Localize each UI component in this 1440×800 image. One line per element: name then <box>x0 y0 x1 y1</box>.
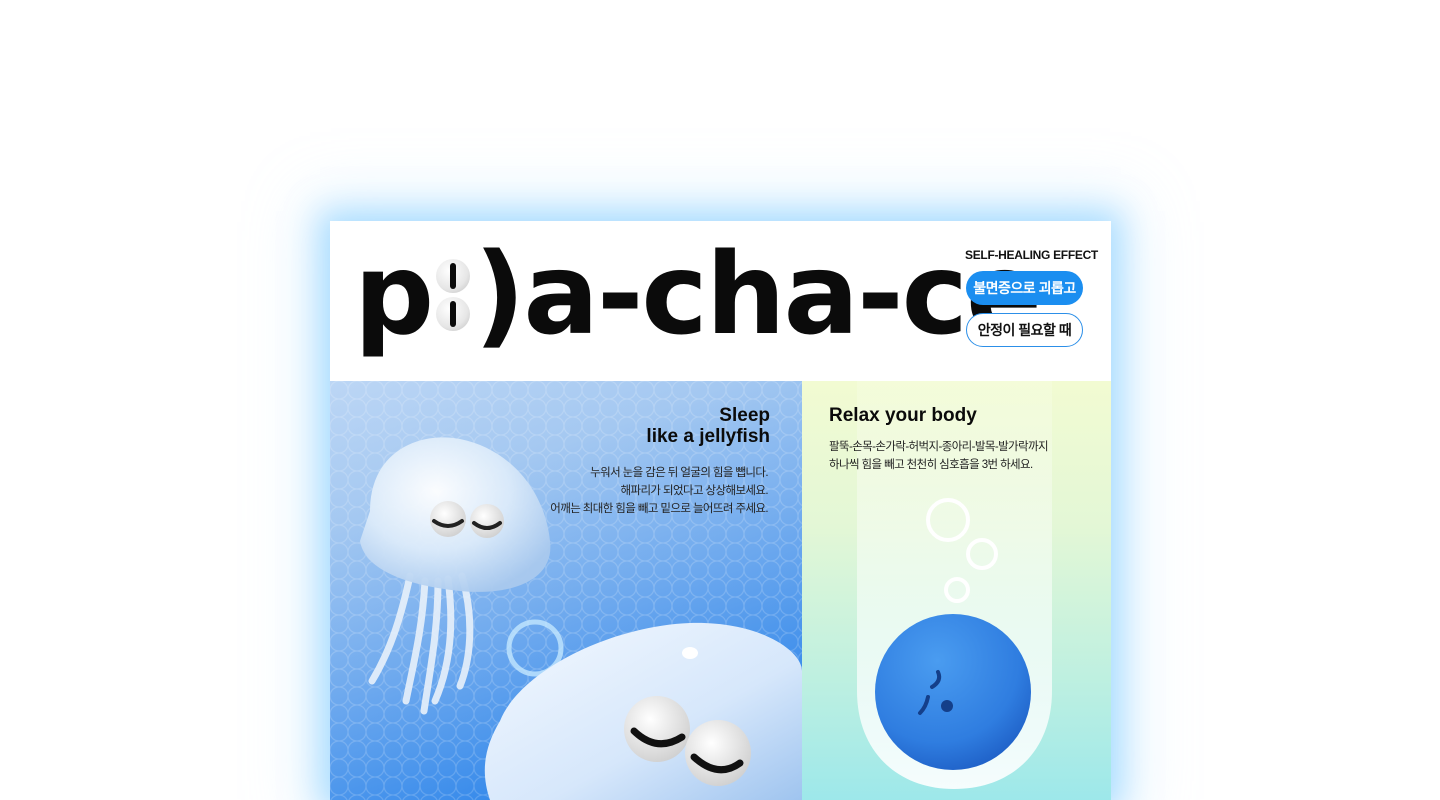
logo-text-right: )a-cha-ce <box>474 230 1042 360</box>
logo-eye-bottom-icon <box>436 297 471 331</box>
content-card: p )a-cha-ce SELF-HEALING EFFECT 불면증으로 괴롭… <box>330 221 1111 800</box>
relax-desc-line: 팔뚝-손목-손가락-허벅지-종아리-발목-발가락까지 <box>829 441 1049 453</box>
sleep-desc-line: 어깨는 최대한 힘을 빼고 밑으로 늘어뜨려 주세요. <box>550 503 768 515</box>
relax-title: Relax your body <box>829 405 977 426</box>
logo-eyes-icon <box>436 259 471 331</box>
brand-logo: p )a-cha-ce <box>354 230 1042 360</box>
sleep-title-line1: Sleep <box>719 405 770 426</box>
logo-text-left: p <box>354 230 434 360</box>
sleep-title: Sleep like a jellyfish <box>646 405 770 447</box>
sleep-title-line2: like a jellyfish <box>646 426 770 447</box>
insomnia-button[interactable]: 불면증으로 괴롭고 <box>966 271 1083 305</box>
sleep-desc-line: 누워서 눈을 감은 뒤 얼굴의 힘을 뺍니다. <box>590 467 768 479</box>
sleep-panel: Sleep like a jellyfish 누워서 눈을 감은 뒤 얼굴의 힘… <box>330 381 802 800</box>
effect-label: SELF-HEALING EFFECT <box>965 248 1098 262</box>
logo-eye-top-icon <box>436 259 471 293</box>
sleep-desc-line: 해파리가 되었다고 상상해보세요. <box>620 485 768 497</box>
header: p )a-cha-ce SELF-HEALING EFFECT 불면증으로 괴롭… <box>330 221 1111 381</box>
sleep-description: 누워서 눈을 감은 뒤 얼굴의 힘을 뺍니다. 해파리가 되었다고 상상해보세요… <box>550 464 768 518</box>
relax-description: 팔뚝-손목-손가락-허벅지-종아리-발목-발가락까지 하나씩 힘을 빼고 천천히… <box>829 438 1049 474</box>
relax-panel: Relax your body 팔뚝-손목-손가락-허벅지-종아리-발목-발가락… <box>802 381 1111 800</box>
relax-desc-line: 하나씩 힘을 빼고 천천히 심호흡을 3번 하세요. <box>829 459 1033 471</box>
stability-button[interactable]: 안정이 필요할 때 <box>966 313 1083 347</box>
